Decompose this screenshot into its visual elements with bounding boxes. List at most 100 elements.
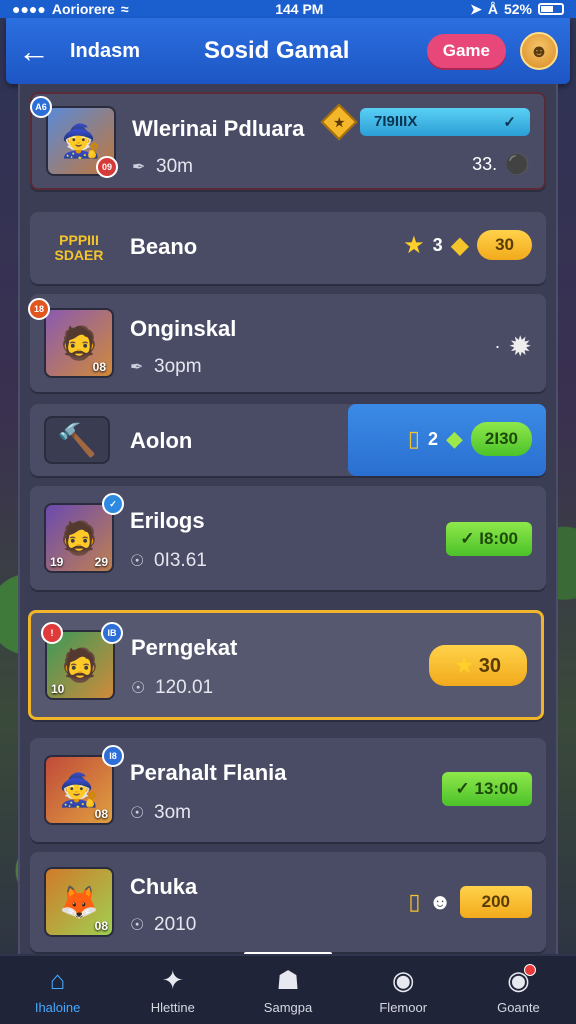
status-dot: · [494,336,501,356]
thumb-number: 29 [94,555,108,569]
level-badge: I8 [102,745,124,767]
reward-pill[interactable]: ★ 30 [429,645,527,686]
tab-house[interactable]: ☗ Samgpa [230,956,345,1024]
reward-pill[interactable]: 30 [477,230,532,260]
hammer-icon: 🔨 [44,416,110,464]
arrow-left-icon: ← [18,32,50,69]
hero-avatar-icon: 🧔 ✓ 19 29 [44,493,124,573]
fox-avatar-icon: 🦊 08 [44,867,114,937]
item-title: Perahalt Flania [130,760,287,785]
tab-label: Ihaloine [34,1000,81,1015]
item-subtitle: ☉ 3om [130,802,191,823]
pen-icon: ✒ [132,159,146,176]
list-item[interactable]: PPPIII SDAER Beano ★ 3 ◆ 30 [30,212,546,284]
game-button[interactable]: Game [426,34,506,68]
notification-dot [524,964,537,976]
tab-label: Samgpa [263,1000,313,1015]
check-icon: ✓ [460,529,480,548]
thumb-number-left: 19 [50,555,64,569]
tab-home[interactable]: ⌂ Ihaloine [0,956,115,1024]
header-subtitle: Indasm [70,39,141,62]
tab-feather[interactable]: ✦ Hlettine [115,956,230,1024]
alert-badge: ! [41,622,63,644]
mage-avatar-icon: 🧙 I8 08 [44,745,124,825]
item-title: Beano [130,234,198,259]
back-button[interactable]: ← [18,33,58,70]
wifi-icon: ≈ [120,1,129,17]
list-item-selected[interactable]: 🧔 ! IB 10 Perngekat ☉ 120.01 ★ 30 [28,610,544,720]
item-subtitle: ✒ 30m [132,156,193,177]
thumb-number-left: 10 [51,682,65,696]
shield-icon: ☉ [130,917,145,934]
level-badge: 18 [28,298,50,320]
shield-icon: ☉ [130,805,145,822]
list-item[interactable]: 🧙 A6 09 Wlerinai Pdluara ✒ 30m ★ 7I9IIIX ✓… [30,92,546,190]
tab-camera-notif[interactable]: ◉ Goante [461,956,576,1024]
gem-icon: ★ [320,103,358,141]
tab-label: Flemoor [379,1000,428,1015]
bottom-tab-bar: ⌂ Ihaloine ✦ Hlettine ☗ Samgpa ◉ Flemoor… [0,954,576,1024]
item-subtitle: ✒ 3opm [130,356,202,377]
adventurer-avatar-icon: 🧔 ! IB 10 [41,622,123,700]
shield-icon: ☉ [131,680,146,697]
check-icon: ✓ [503,114,516,131]
progress-pill: 7I9IIIX ✓ [360,108,530,136]
coin-icon: ⚫ [505,154,530,176]
wizard-avatar-icon: 🧙 A6 09 [30,96,118,178]
camera-icon: ◉ [391,965,415,995]
tab-camera[interactable]: ◉ Flemoor [346,956,461,1024]
home-icon: ⌂ [49,965,66,995]
score-text: 33. [472,154,498,174]
location-icon: ➤ [470,0,482,17]
green-gem-icon: ◆ [445,426,463,451]
cheese-icon: ◆ [450,231,470,259]
list-item[interactable]: 🧙 I8 08 Perahalt Flania ☉ 3om ✓ 13:00 [30,738,546,842]
list-item[interactable]: 🔨 Aolon ▯ 2 ◆ 2I30 [30,404,546,476]
thumb-number: 08 [92,360,106,374]
check-icon: ✓ [455,779,475,798]
level-badge: A6 [30,96,52,118]
item-title: Onginskal [130,316,237,341]
card-icon: ▯ [407,426,420,451]
battery-icon [538,3,564,15]
shield-icon: ☉ [130,553,145,570]
info-badge: ✓ [102,493,124,515]
star-icon: ★ [455,655,479,677]
level-badge: IB [101,622,123,644]
thumb-number: 09 [96,156,118,178]
item-title: Perngekat [131,635,238,660]
reward-pill[interactable]: 200 [459,886,532,918]
timer-pill[interactable]: ✓ I8:00 [446,522,532,556]
house-icon: ☗ [276,965,300,995]
item-subtitle: ☉ 2010 [130,914,197,935]
feather-icon: ✦ [161,965,184,995]
star-icon: ★ [403,231,425,259]
character-icon: ☻ [428,889,452,914]
battery-percent: 52% [503,1,532,17]
thumb-number: 08 [94,807,108,821]
tab-label: Hlettine [150,1000,195,1015]
pirate-avatar-icon: 🧔 18 08 [28,298,114,378]
tab-label: Goante [497,1000,540,1015]
bluetooth-icon: Å [487,1,498,17]
app-header: ← Indasm Sosid Gamal Game ☻ [6,18,570,84]
carrier-name: Aoriorere [51,1,115,17]
item-subtitle: ☉ 120.01 [131,677,214,698]
clock: 144 PM [275,1,324,17]
pen-icon: ✒ [130,359,144,376]
page-title: Sosid Gamal [204,37,350,64]
gear-icon[interactable]: ✹ [509,330,532,363]
brand-logo: PPPIII SDAER [54,231,104,263]
star-count: 3 [432,234,443,255]
item-subtitle: ☉ 0I3.61 [130,550,207,571]
list-item[interactable]: 🦊 08 Chuka ☉ 2010 ▯ ☻ 200 [30,852,546,952]
list-item[interactable]: 🧔 ✓ 19 29 Erilogs ☉ 0I3.61 ✓ I8:00 [30,486,546,590]
timer-pill[interactable]: ✓ 13:00 [441,772,532,806]
reward-pill[interactable]: 2I30 [470,422,532,456]
card-count: 2 [427,428,438,449]
item-title: Aolon [130,428,193,453]
list-item[interactable]: 🧔 18 08 Onginskal ✒ 3opm · ✹ [28,294,546,392]
signal-icon: ●●●● [12,1,46,17]
player-avatar-icon[interactable]: ☻ [520,32,558,70]
thumb-number: 08 [94,919,108,933]
